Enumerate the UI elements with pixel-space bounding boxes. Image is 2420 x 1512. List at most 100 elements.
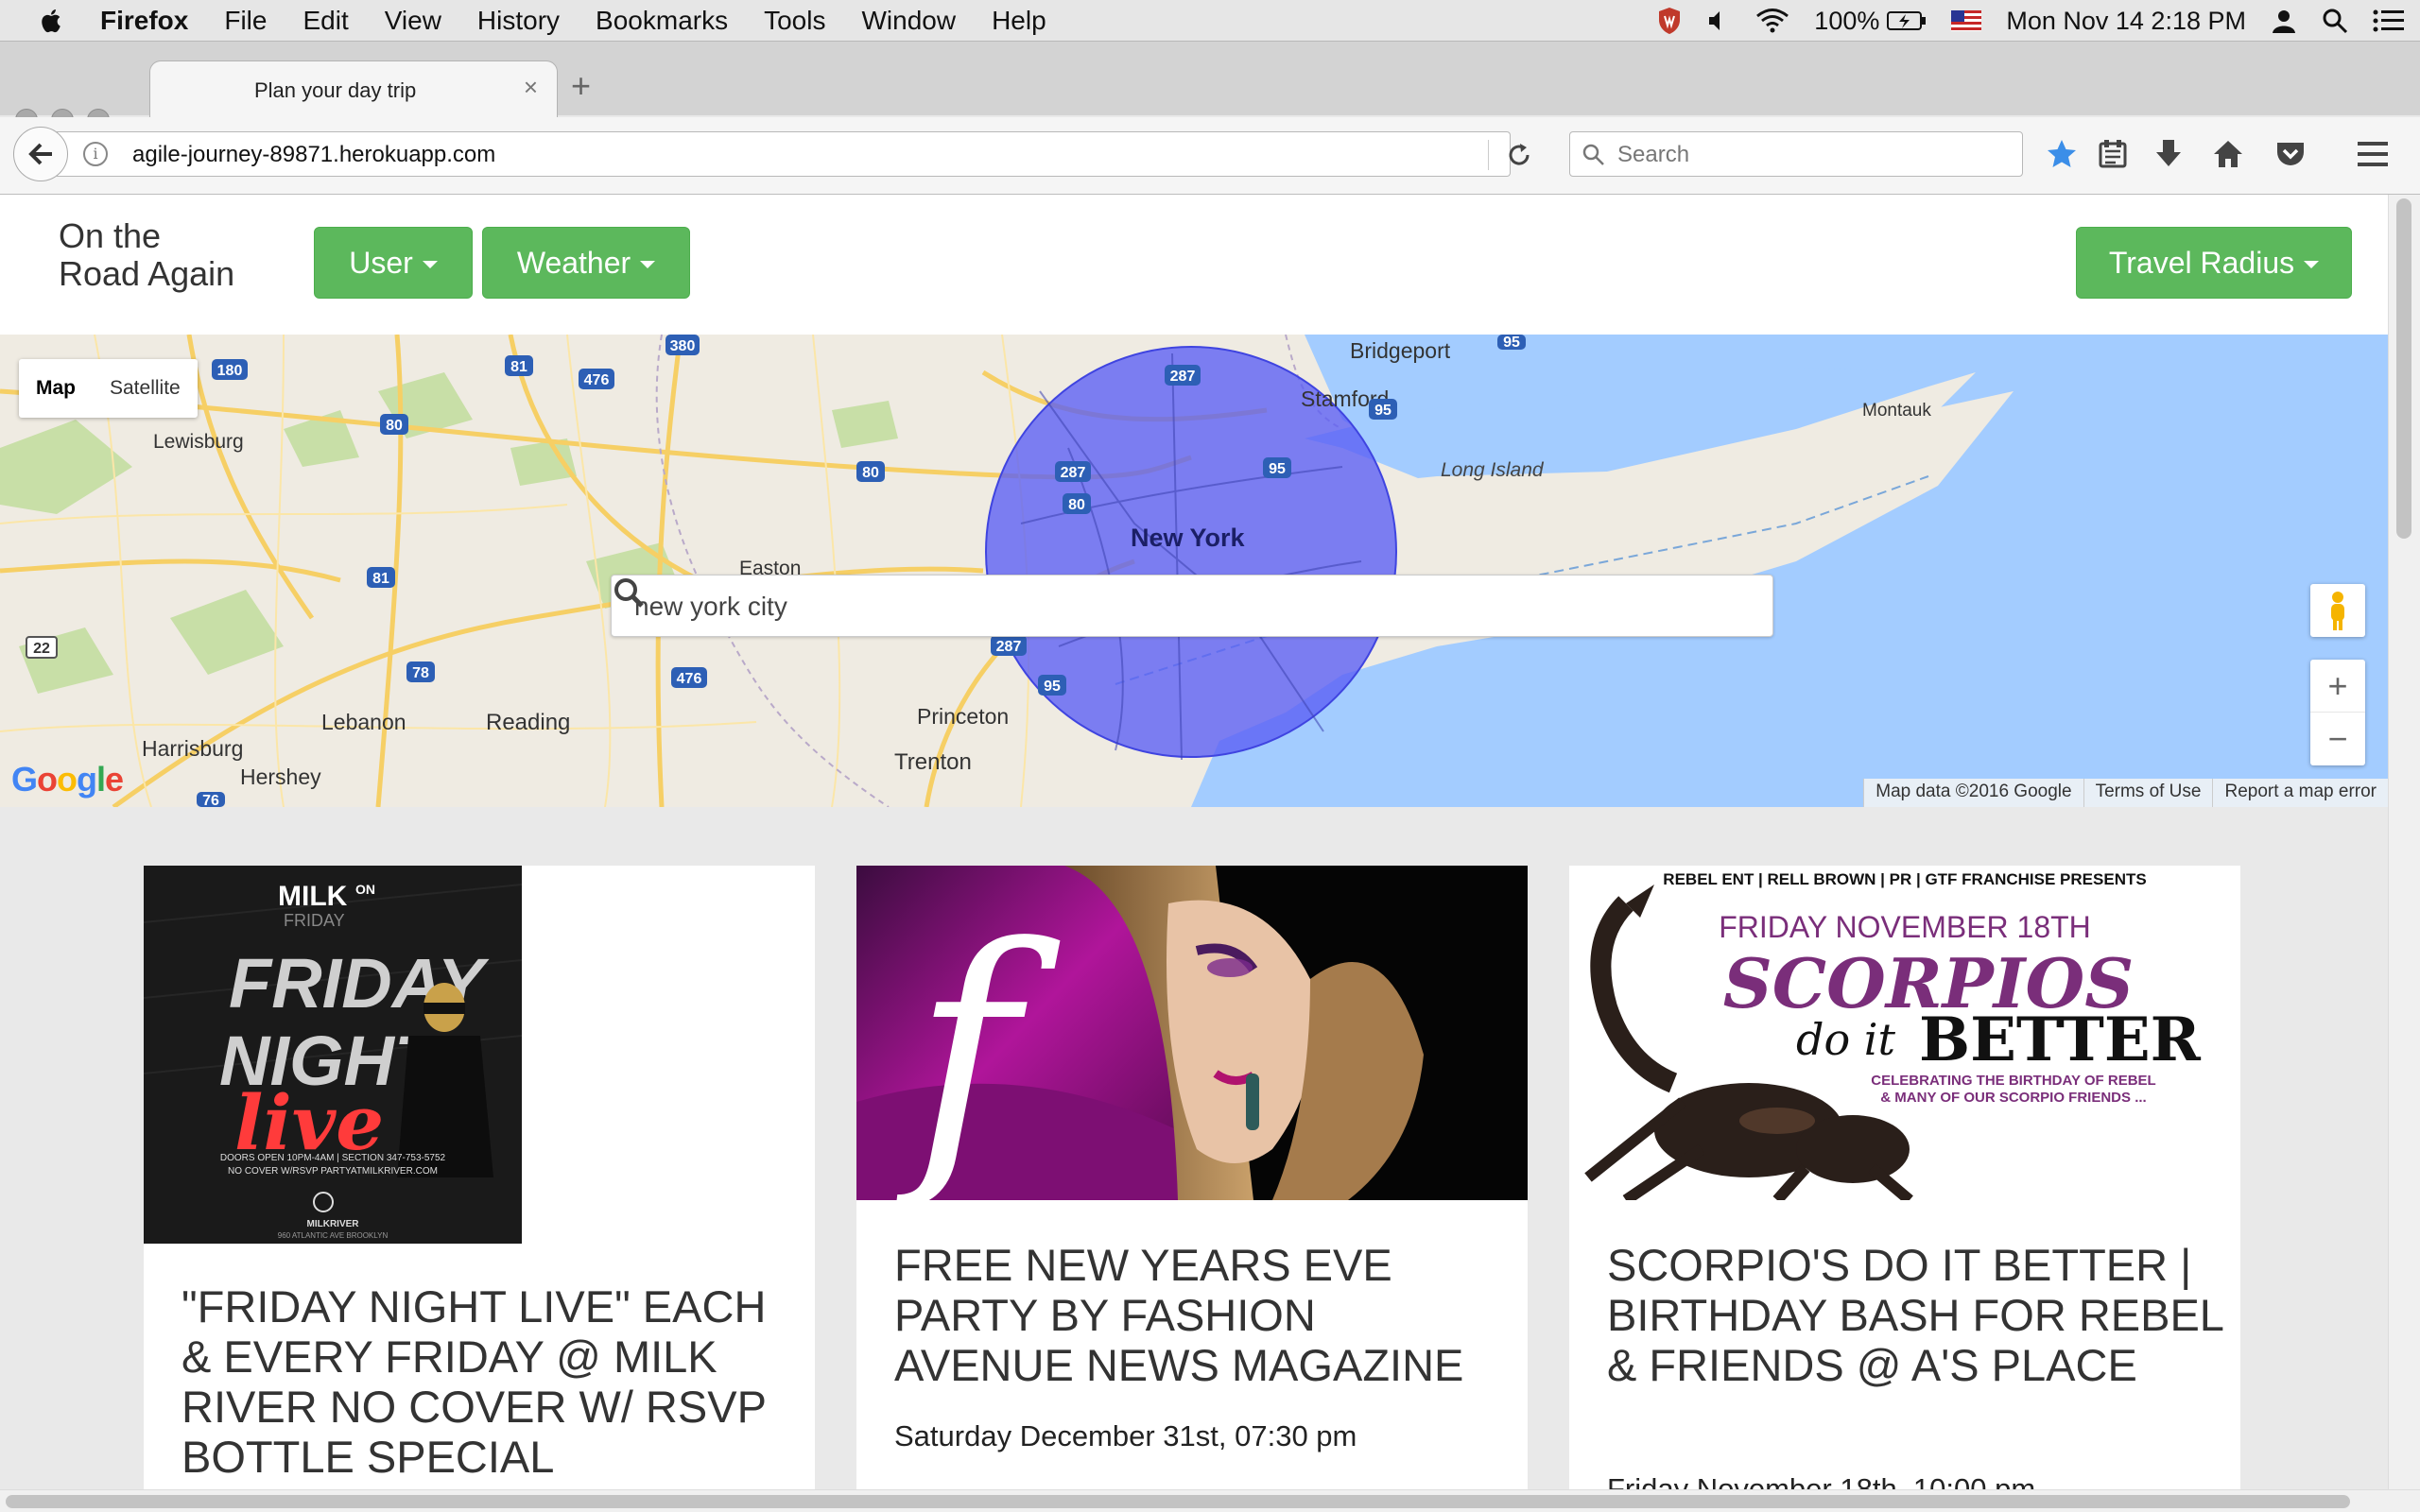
brand-line-2: Road Again	[59, 254, 235, 293]
vertical-scrollbar[interactable]	[2388, 195, 2420, 1489]
pocket-icon[interactable]	[2274, 138, 2307, 170]
hamburger-menu-icon[interactable]	[2356, 138, 2390, 170]
zoom-out-button[interactable]: −	[2310, 713, 2365, 765]
location-search-input[interactable]: new york city	[634, 592, 787, 622]
svg-text:BETTER: BETTER	[1919, 1005, 2202, 1075]
interstate-shield-80: 80	[1063, 493, 1091, 514]
menu-view[interactable]: View	[385, 0, 441, 42]
browser-search-bar[interactable]: Search	[1569, 131, 2023, 177]
user-account-icon[interactable]	[2271, 8, 2297, 34]
friday-night-live-poster: MILK ON FRIDAY FRIDAY NIGHT live DOORS O…	[144, 866, 522, 1244]
svg-text:95: 95	[1503, 335, 1520, 351]
tab-close-icon[interactable]: ×	[524, 73, 538, 102]
map-data-credit: Map data ©2016 Google	[1863, 779, 2083, 807]
event-title[interactable]: "FRIDAY NIGHT LIVE" EACH & EVERY FRIDAY …	[182, 1281, 786, 1482]
menu-app-name[interactable]: Firefox	[100, 0, 188, 42]
report-map-error-link[interactable]: Report a map error	[2212, 779, 2388, 807]
label-reading: Reading	[486, 710, 570, 735]
horizontal-scrollbar[interactable]	[0, 1489, 2420, 1512]
svg-text:& MANY OF OUR SCORPIO FRIENDS: & MANY OF OUR SCORPIO FRIENDS ...	[1880, 1090, 2146, 1106]
site-info-icon[interactable]: i	[83, 142, 108, 166]
interstate-shield-95: 95	[1369, 399, 1397, 420]
label-harrisburg: Harrisburg	[142, 736, 243, 761]
svg-text:476: 476	[677, 671, 702, 687]
horizontal-scroll-thumb[interactable]	[6, 1495, 2350, 1508]
interstate-shield-76: 76	[197, 792, 225, 807]
menu-window[interactable]: Window	[861, 0, 956, 42]
map-type-map-button[interactable]: Map	[19, 359, 93, 418]
svg-text:476: 476	[584, 372, 610, 388]
bookmarks-menu-icon[interactable]	[2097, 138, 2129, 170]
label-bridgeport: Bridgeport	[1350, 338, 1451, 363]
event-poster-image[interactable]: f	[856, 866, 1528, 1200]
menu-edit[interactable]: Edit	[302, 0, 348, 42]
google-logo: Google	[11, 760, 124, 799]
user-dropdown-button[interactable]: User	[314, 227, 473, 299]
new-tab-button[interactable]: +	[571, 69, 591, 103]
home-icon[interactable]	[2212, 138, 2244, 170]
map-canvas[interactable]: Bridgeport Stamford Montauk Long Island …	[0, 335, 2388, 807]
clock[interactable]: Mon Nov 14 2:18 PM	[2006, 7, 2246, 36]
event-title[interactable]: SCORPIO'S DO IT BETTER | BIRTHDAY BASH F…	[1607, 1240, 2231, 1390]
interstate-shield-287: 287	[1165, 365, 1201, 386]
label-hershey: Hershey	[240, 765, 321, 789]
spotlight-search-icon[interactable]	[2322, 8, 2348, 34]
browser-tab[interactable]: Plan your day trip ×	[149, 60, 558, 117]
label-princeton: Princeton	[917, 704, 1009, 729]
url-bar-separator	[1488, 140, 1489, 170]
menu-tools[interactable]: Tools	[764, 0, 825, 42]
label-lewisburg: Lewisburg	[153, 431, 244, 453]
volume-icon[interactable]	[1706, 9, 1731, 33]
search-icon[interactable]	[612, 576, 646, 610]
apple-menu-icon[interactable]	[38, 7, 66, 35]
status-area: 100% Mon Nov 14 2:18 PM	[1633, 0, 2405, 42]
back-button[interactable]	[13, 127, 68, 181]
svg-text:FRIDAY NOVEMBER 18TH: FRIDAY NOVEMBER 18TH	[1719, 910, 2091, 944]
terms-of-use-link[interactable]: Terms of Use	[2083, 779, 2213, 807]
svg-text:80: 80	[862, 465, 879, 481]
menu-bookmarks[interactable]: Bookmarks	[596, 0, 728, 42]
menu-history[interactable]: History	[477, 0, 560, 42]
event-poster-image[interactable]: REBEL ENT | RELL BROWN | PR | GTF FRANCH…	[1569, 866, 2240, 1200]
label-long-island: Long Island	[1441, 459, 1545, 481]
street-view-pegman-button[interactable]	[2310, 584, 2365, 637]
interstate-shield-80: 80	[380, 414, 408, 435]
url-bar[interactable]: i agile-journey-89871.herokuapp.com	[57, 131, 1530, 177]
google-map[interactable]: Bridgeport Stamford Montauk Long Island …	[0, 335, 2388, 807]
url-text[interactable]: agile-journey-89871.herokuapp.com	[132, 142, 495, 168]
reload-icon[interactable]	[1505, 141, 1533, 169]
downloads-icon[interactable]	[2153, 138, 2184, 170]
map-attribution: Map data ©2016 Google Terms of Use Repor…	[1863, 779, 2388, 807]
bookmark-star-icon[interactable]	[2046, 138, 2078, 170]
us-flag-icon[interactable]	[1951, 10, 1982, 31]
svg-text:380: 380	[670, 338, 696, 354]
caret-down-icon	[422, 261, 438, 268]
search-icon	[1582, 144, 1604, 165]
battery-icon[interactable]	[1887, 10, 1927, 31]
notification-center-icon[interactable]	[2373, 9, 2405, 33]
vertical-scroll-thumb[interactable]	[2396, 198, 2411, 539]
svg-text:95: 95	[1044, 679, 1061, 695]
zoom-control: + −	[2310, 660, 2365, 765]
site-brand[interactable]: On the Road Again	[59, 217, 234, 293]
svg-text:MILKRIVER: MILKRIVER	[307, 1219, 360, 1229]
event-poster-image[interactable]: MILK ON FRIDAY FRIDAY NIGHT live DOORS O…	[144, 866, 522, 1244]
svg-text:ON: ON	[355, 882, 375, 897]
weather-dropdown-button[interactable]: Weather	[482, 227, 690, 299]
event-card[interactable]: f FREE NEW YEARS EVE PARTY BY FASHION AV…	[856, 866, 1528, 1489]
location-search-box[interactable]: new york city	[611, 575, 1773, 637]
zoom-in-button[interactable]: +	[2310, 660, 2365, 713]
menu-file[interactable]: File	[224, 0, 267, 42]
navigation-toolbar: i agile-journey-89871.herokuapp.com Sear…	[0, 117, 2420, 195]
event-card[interactable]: MILK ON FRIDAY FRIDAY NIGHT live DOORS O…	[144, 866, 815, 1489]
wifi-icon[interactable]	[1755, 8, 1789, 34]
shield-extension-icon[interactable]	[1657, 7, 1682, 35]
map-type-satellite-button[interactable]: Satellite	[93, 359, 198, 418]
menu-help[interactable]: Help	[992, 0, 1046, 42]
event-card[interactable]: REBEL ENT | RELL BROWN | PR | GTF FRANCH…	[1569, 866, 2240, 1489]
svg-text:287: 287	[1061, 465, 1086, 481]
svg-text:95: 95	[1269, 461, 1286, 477]
event-title[interactable]: FREE NEW YEARS EVE PARTY BY FASHION AVEN…	[894, 1240, 1499, 1390]
pegman-icon	[2331, 592, 2344, 630]
travel-radius-dropdown-button[interactable]: Travel Radius	[2076, 227, 2352, 299]
